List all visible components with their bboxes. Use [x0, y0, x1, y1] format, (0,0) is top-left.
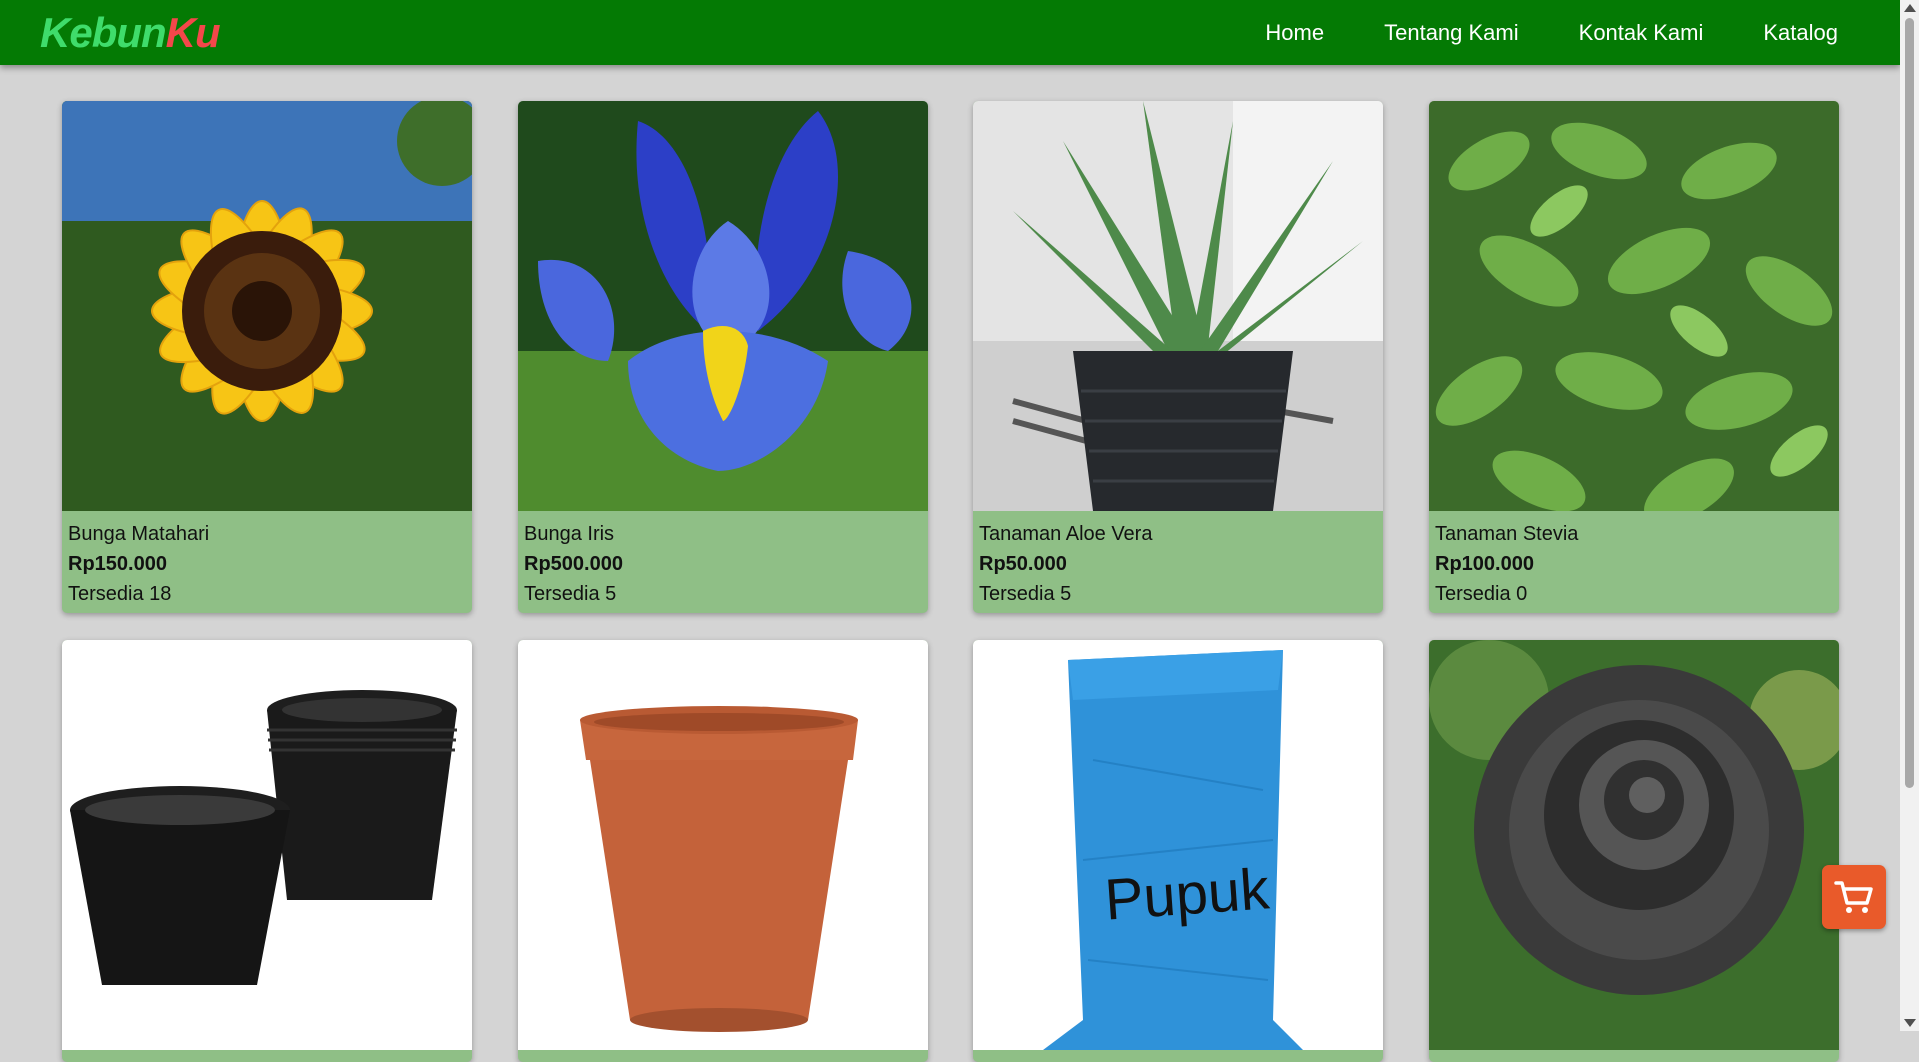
product-name: Bunga Matahari: [68, 523, 210, 545]
brand-logo[interactable]: KebunKu: [40, 8, 221, 58]
brand-part-2: Ku: [165, 9, 221, 56]
product-card[interactable]: Bunga Iris Rp500.000 Tersedia 5: [518, 101, 928, 613]
product-stock: Tersedia 5: [979, 583, 1072, 605]
stevia-image: [1429, 101, 1839, 511]
product-stock: Tersedia 0: [1435, 583, 1528, 605]
sunflower-image: [62, 101, 472, 511]
product-card[interactable]: Pupuk: [973, 640, 1383, 1062]
navbar: KebunKu Home Tentang Kami Kontak Kami Ka…: [0, 0, 1900, 65]
product-price: Rp50.000: [979, 553, 1067, 575]
nav-about[interactable]: Tentang Kami: [1384, 20, 1519, 46]
black-rose-image: [1429, 640, 1839, 1050]
nav-contact[interactable]: Kontak Kami: [1579, 20, 1704, 46]
aloe-vera-image: [973, 101, 1383, 511]
scroll-thumb[interactable]: [1905, 18, 1914, 788]
fertilizer-sack-label: Pupuk: [1103, 856, 1273, 932]
black-plastic-pots-image: [62, 640, 472, 1050]
cart-icon: [1834, 881, 1873, 913]
product-card[interactable]: Tanaman Aloe Vera Rp50.000 Tersedia 5: [973, 101, 1383, 613]
fertilizer-sack-image: Pupuk: [973, 640, 1383, 1050]
product-name: Tanaman Stevia: [1435, 523, 1579, 545]
product-card[interactable]: Tanaman Stevia Rp100.000 Tersedia 0: [1429, 101, 1839, 613]
product-stock: Tersedia 5: [524, 583, 617, 605]
product-name: Bunga Iris: [524, 523, 615, 545]
cart-button[interactable]: [1822, 865, 1886, 929]
product-card[interactable]: [1429, 640, 1839, 1062]
iris-image: [518, 101, 928, 511]
product-card[interactable]: [518, 640, 928, 1062]
product-name: Tanaman Aloe Vera: [979, 523, 1153, 545]
product-stock: Tersedia 18: [68, 583, 172, 605]
brand-part-1: Kebun: [40, 9, 167, 56]
nav-catalog[interactable]: Katalog: [1763, 20, 1838, 46]
scrollbar[interactable]: [1900, 0, 1919, 1031]
product-card[interactable]: [62, 640, 472, 1062]
nav-menu: Home Tentang Kami Kontak Kami Katalog: [1265, 0, 1838, 65]
scroll-up-icon[interactable]: [1904, 4, 1916, 12]
product-card[interactable]: Bunga Matahari Rp150.000 Tersedia 18: [62, 101, 472, 613]
product-price: Rp100.000: [1435, 553, 1534, 575]
product-price: Rp500.000: [524, 553, 623, 575]
nav-home[interactable]: Home: [1265, 20, 1324, 46]
terracotta-pot-image: [518, 640, 928, 1050]
scroll-down-icon[interactable]: [1904, 1019, 1916, 1027]
product-price: Rp150.000: [68, 553, 167, 575]
